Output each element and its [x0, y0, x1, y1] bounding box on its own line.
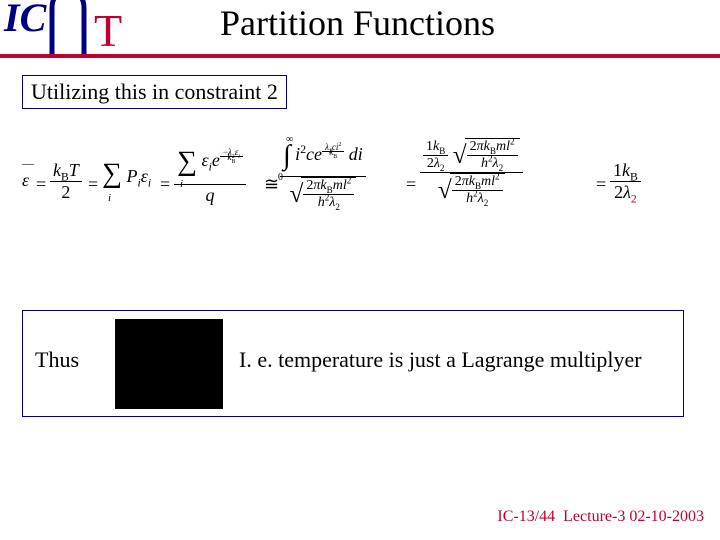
eq-frac-sum-q: ∑ i εie−λ2εikB q [174, 146, 246, 206]
eq-frac-big: 1kB2λ2 2πkBml2h2λ2 2πkBml2h2λ2 [420, 138, 523, 207]
footer: IC-13/44 Lecture-3 02-10-2003 [497, 508, 704, 526]
subtitle-box: Utilizing this in constraint 2 [22, 75, 287, 109]
conclusion-box: Thus I. e. temperature is just a Lagrang… [22, 310, 684, 417]
eq-kbt-over-2: kBT 2 [50, 160, 82, 203]
thus-text: I. e. temperature is just a Lagrange mul… [239, 347, 642, 373]
eq-equals-3: = [160, 174, 170, 195]
eq-equals-4: = [406, 174, 416, 195]
logo-t: T [94, 4, 122, 57]
logo: IC T [0, 0, 130, 58]
footer-page: IC-13/44 [497, 508, 555, 525]
eq-equals-2: = [88, 174, 98, 195]
footer-lecture: Lecture-3 02-10-2003 [563, 508, 704, 525]
thus-label: Thus [35, 347, 79, 373]
subtitle-text: Utilizing this in constraint 2 [31, 79, 278, 104]
eq-frac-integral: ∫ 0 ∞ i2ceλ2ci2kB di 2πkBml2h2λ2 [280, 140, 366, 211]
eq-epsilon-bar: — ε [22, 170, 29, 191]
eq-sum-pi-ei: ∑ i Piεi [102, 158, 151, 190]
eq-final: 1kB 2λ2 [610, 160, 641, 203]
page-title: Partition Functions [220, 2, 495, 44]
main-equation: — ε = kBT 2 = ∑ i Piεi = ∑ i εie−λ2εikB … [22, 136, 702, 246]
eq-equals-1: = [36, 174, 46, 195]
eq-equals-5: = [596, 174, 606, 195]
eq-approx: ≅ [264, 174, 279, 195]
redacted-block [115, 319, 223, 409]
logo-ic: IC [4, 0, 46, 41]
